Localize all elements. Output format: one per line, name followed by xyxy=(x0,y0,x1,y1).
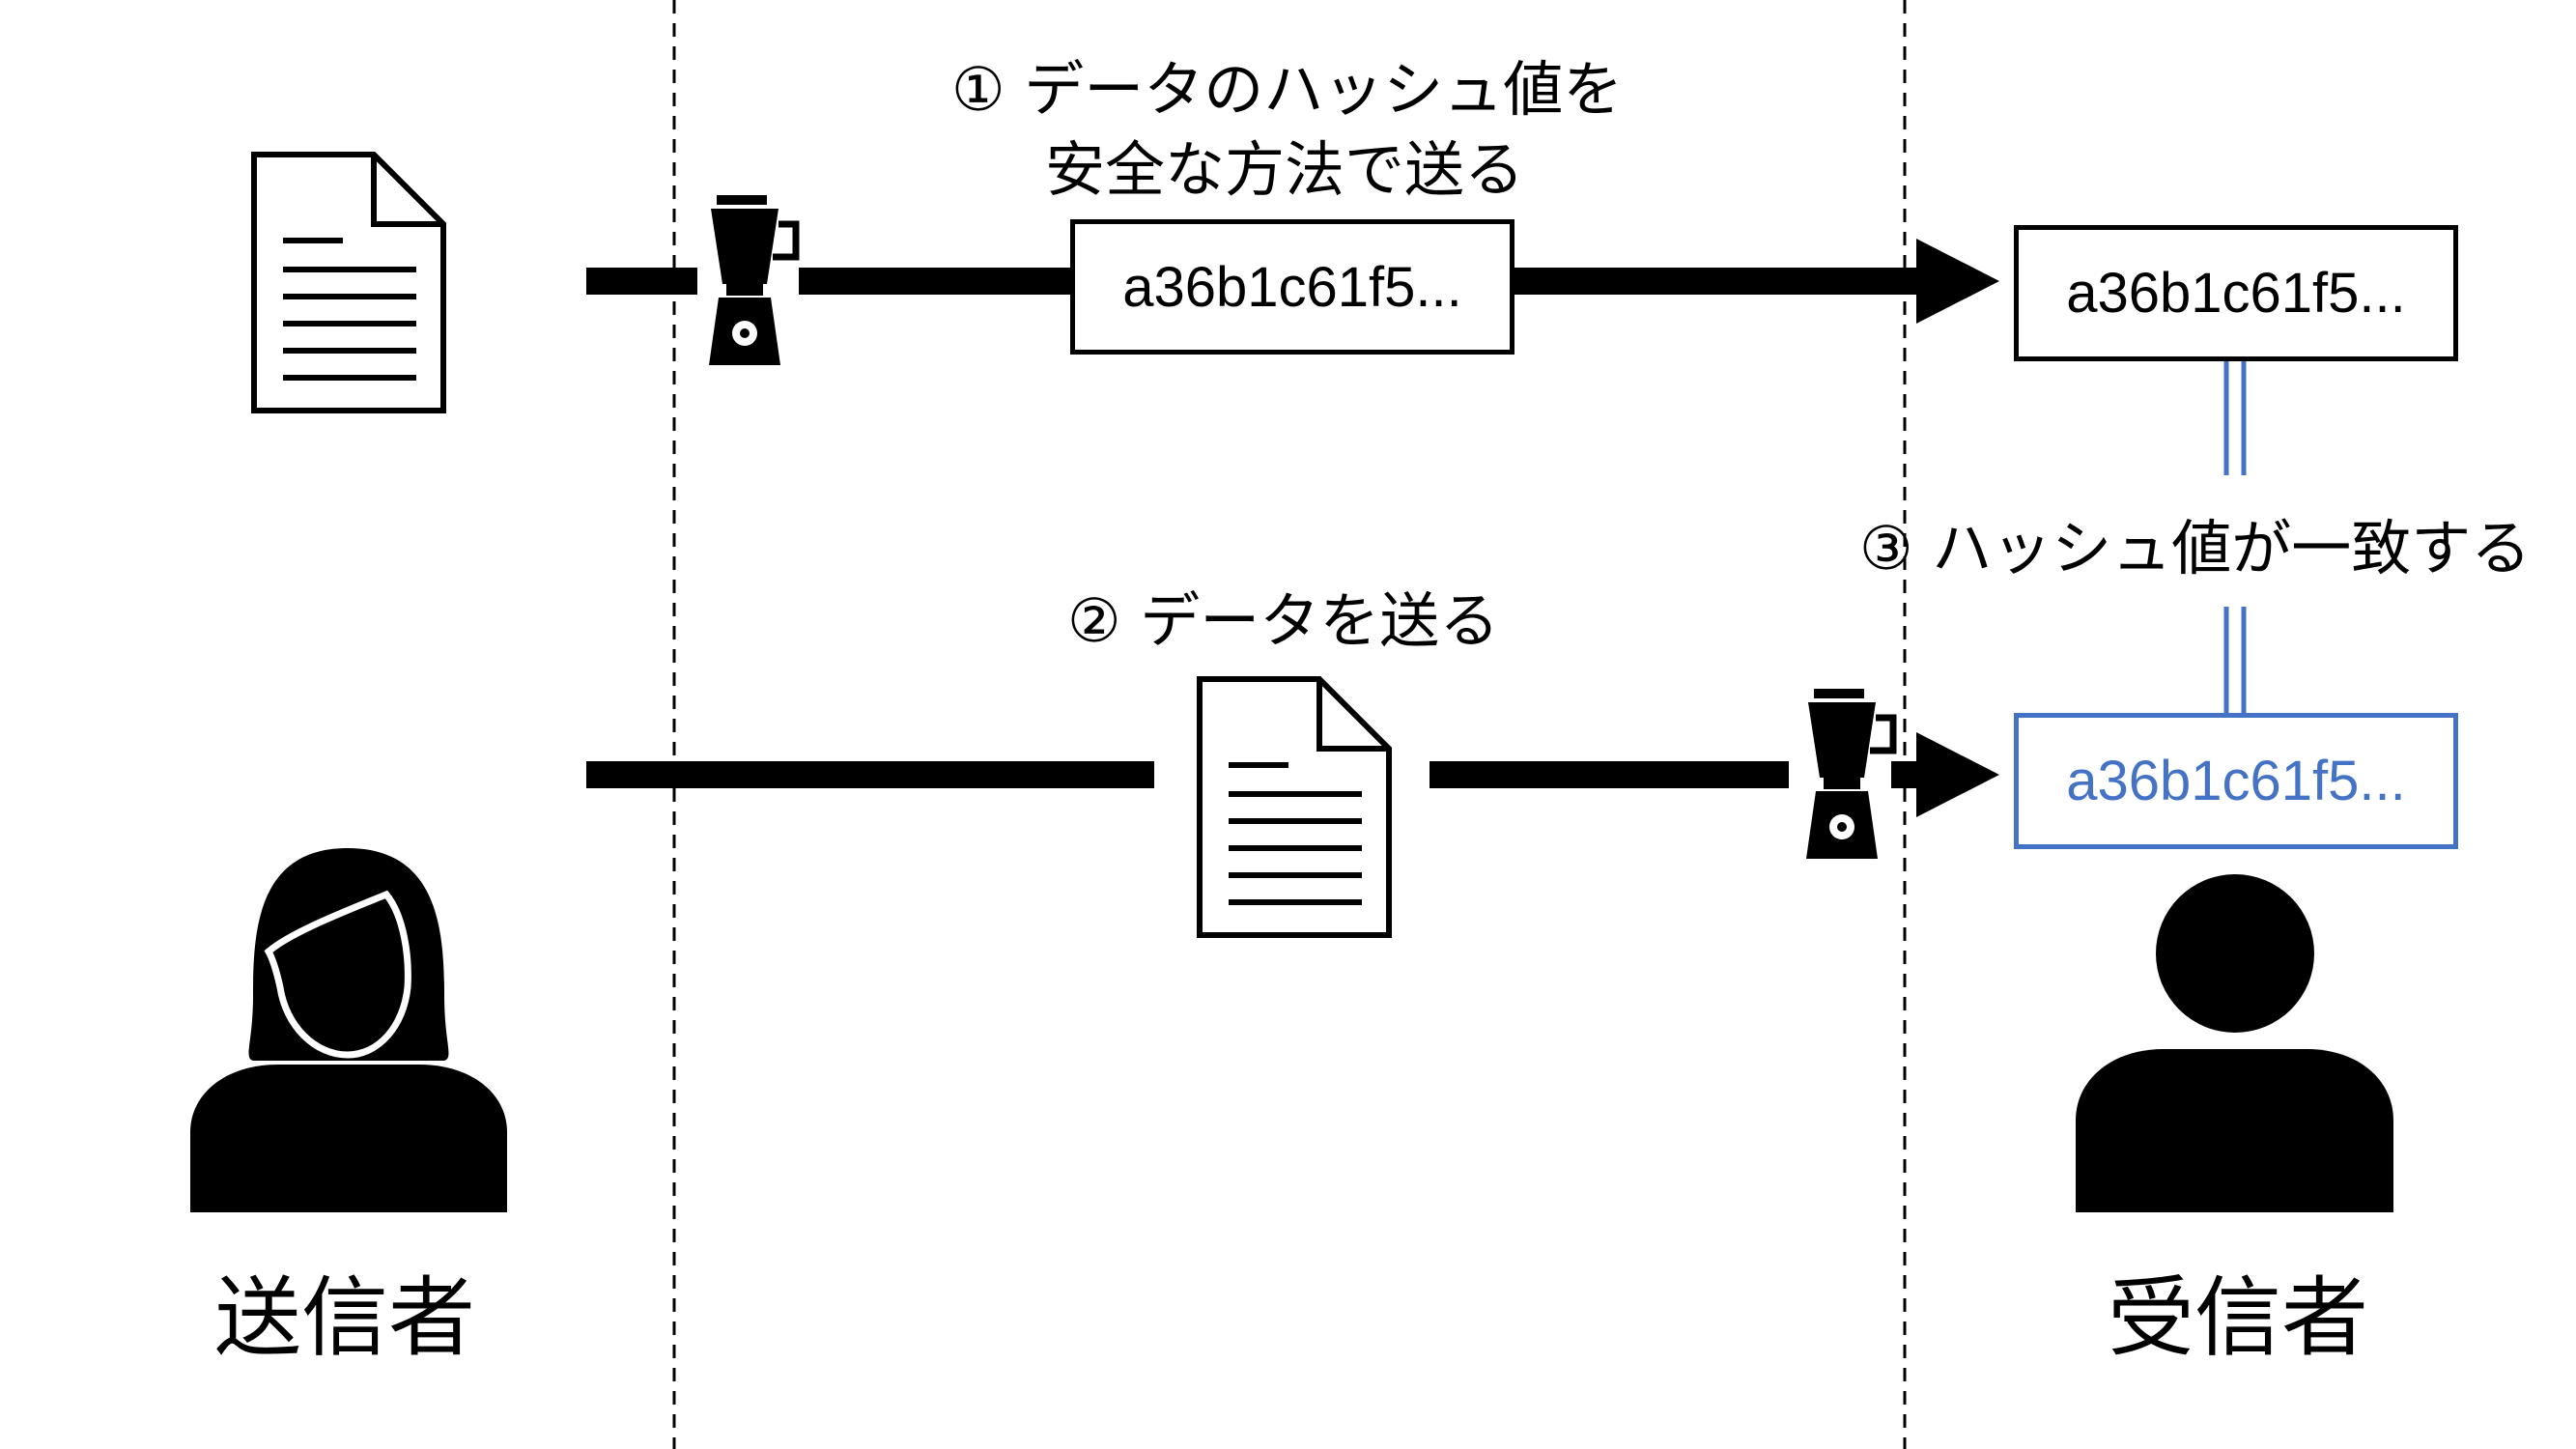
step2-label: ② データを送る xyxy=(1067,585,1500,656)
computed-hash-box: a36b1c61f5... xyxy=(2014,713,2458,849)
bottom-arrowhead xyxy=(1916,732,1999,817)
step3-label: ③ ハッシュ値が一致する xyxy=(1859,513,2532,583)
sender-label: 送信者 xyxy=(214,1267,475,1369)
received-hash-box: a36b1c61f5... xyxy=(2014,225,2458,361)
top-flow-line-a xyxy=(586,268,697,295)
document-icon xyxy=(1200,679,1389,935)
person-icon xyxy=(2076,874,2393,1212)
blender-icon xyxy=(709,195,796,365)
receiver-label: 受信者 xyxy=(2108,1267,2368,1369)
bottom-flow-line-a xyxy=(586,761,1154,788)
blender-icon xyxy=(1806,689,1893,859)
document-icon xyxy=(254,155,443,411)
step1-label-line1: ① データのハッシュ値を xyxy=(951,54,1624,125)
sent-hash-box: a36b1c61f5... xyxy=(1070,219,1514,355)
top-arrowhead xyxy=(1916,239,1999,324)
person-icon xyxy=(190,848,507,1212)
bottom-flow-line-b xyxy=(1430,761,1789,788)
step1-label-line2: 安全な方法で送る xyxy=(1045,134,1525,205)
